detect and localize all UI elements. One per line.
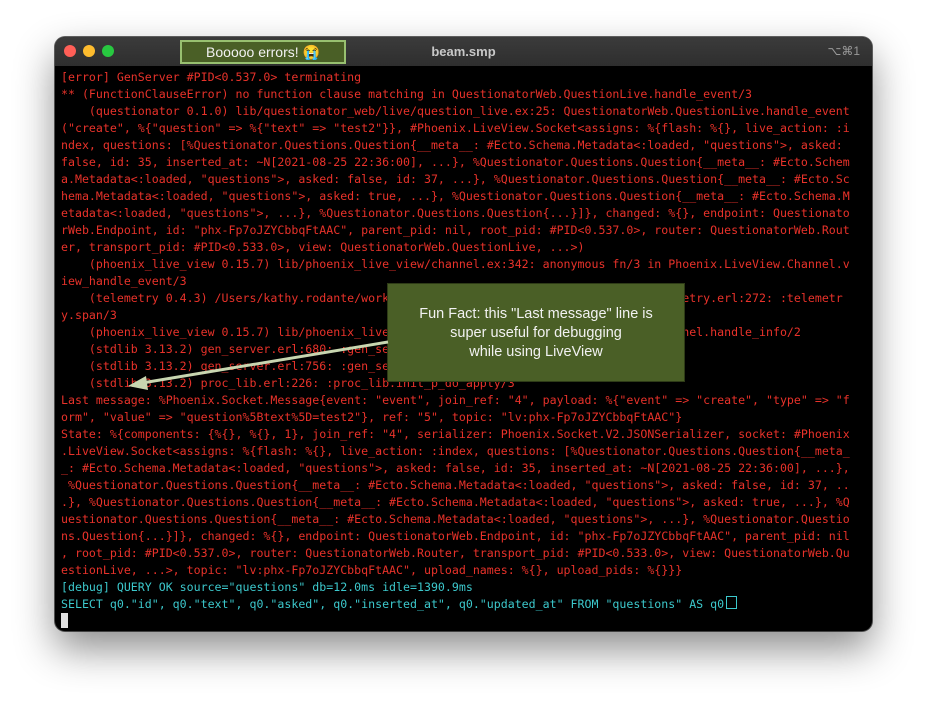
log-line: (questionator 0.1.0) lib/questionator_we…	[61, 104, 850, 118]
log-line: %Questionator.Questions.Question{__meta_…	[61, 478, 850, 492]
sql-line: SELECT q0."id", q0."text", q0."asked", q…	[61, 596, 872, 613]
callout-line-2: super useful for debugging	[450, 325, 622, 341]
window-shortcut: ⌥⌘1	[827, 44, 860, 58]
log-line: .LiveView.Socket<assigns: %{flash: %{}, …	[61, 444, 850, 458]
log-line: a.Metadata<:loaded, "questions">, asked:…	[61, 172, 850, 186]
sql-text: SELECT q0."id", q0."text", q0."asked", q…	[61, 597, 725, 611]
cursor-icon	[61, 613, 68, 628]
log-line: hema.Metadata<:loaded, "questions">, ask…	[61, 189, 850, 203]
log-line: uestionator.Questions.Question{__meta__:…	[61, 512, 850, 526]
log-line: estionLive, ...>, topic: "lv:phx-Fp7oJZY…	[61, 563, 683, 577]
fun-fact-callout: Fun Fact: this "Last message" line is su…	[387, 283, 685, 382]
log-line: etadata<:loaded, "questions">, ...}, %Qu…	[61, 206, 850, 220]
log-line: ns.Question{...}]}, changed: %{}, endpoi…	[61, 529, 850, 543]
log-line: orm", "value" => "question%5Btext%5D=tes…	[61, 410, 683, 424]
log-line: [error] GenServer #PID<0.537.0> terminat…	[61, 70, 362, 84]
callout-line-3: while using LiveView	[469, 344, 603, 360]
state-line: State: %{components: {%{}, %{}, 1}, join…	[61, 427, 850, 441]
log-line: , root_pid: #PID<0.537.0>, router: Quest…	[61, 546, 850, 560]
log-line: false, id: 35, inserted_at: ~N[2021-08-2…	[61, 155, 850, 169]
log-line: .}, %Questionator.Questions.Question{__m…	[61, 495, 850, 509]
log-line: er, transport_pid: #PID<0.533.0>, view: …	[61, 240, 585, 254]
log-line: _: #Ecto.Schema.Metadata<:loaded, "quest…	[61, 461, 850, 475]
unknown-glyph-icon	[726, 596, 738, 609]
last-message-line: Last message: %Phoenix.Socket.Message{ev…	[61, 393, 850, 407]
log-line: ** (FunctionClauseError) no function cla…	[61, 87, 753, 101]
title-bar[interactable]: Booooo errors! 😭 beam.smp ⌥⌘1	[55, 37, 872, 67]
log-line: ndex, questions: [%Questionator.Question…	[61, 138, 843, 152]
debug-line: [debug] QUERY OK source="questions" db=1…	[61, 580, 473, 594]
window-title: beam.smp	[431, 44, 496, 59]
prompt-line[interactable]	[61, 613, 872, 630]
callout-line-1: Fun Fact: this "Last message" line is	[419, 306, 653, 322]
log-line: ("create", %{"question" => %{"text" => "…	[61, 121, 850, 135]
log-line: rWeb.Endpoint, id: "phx-Fp7oJZYCbbqFtAAC…	[61, 223, 850, 237]
log-line: (phoenix_live_view 0.15.7) lib/phoenix_l…	[61, 257, 850, 271]
